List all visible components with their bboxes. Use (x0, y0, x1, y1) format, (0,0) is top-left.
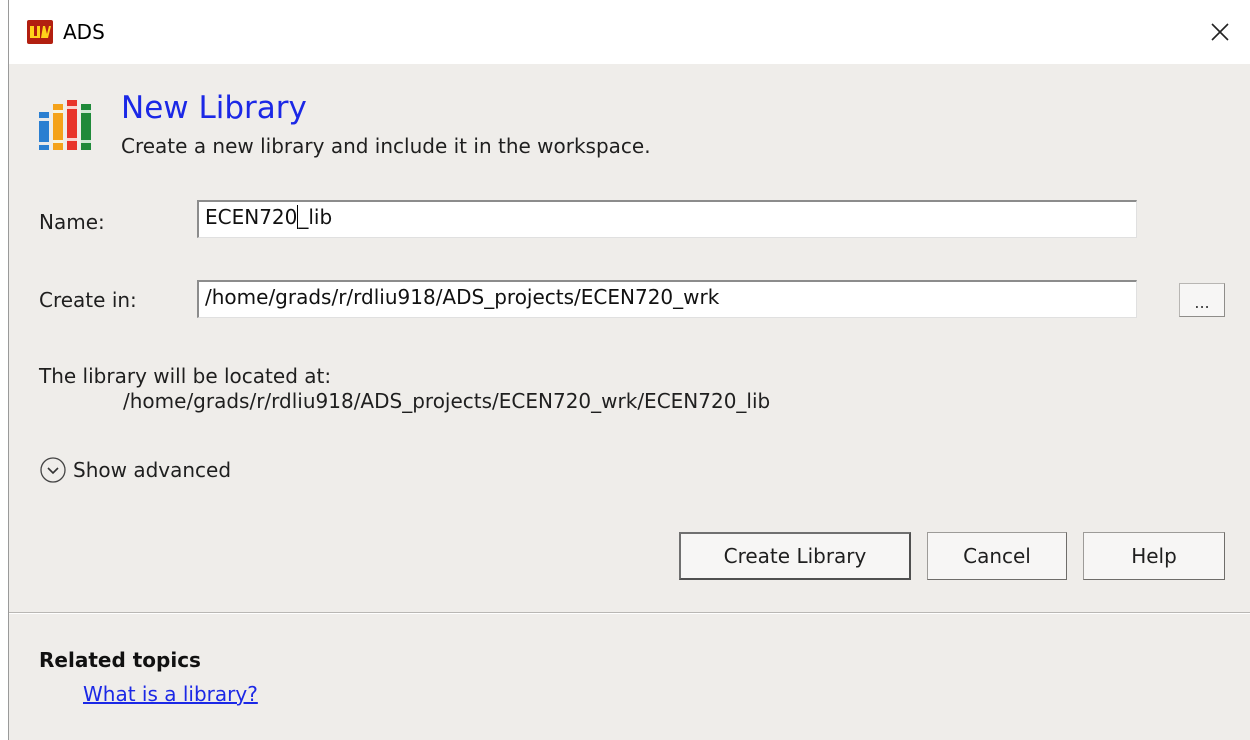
library-books-icon (39, 100, 91, 150)
create-in-input-text: /home/grads/r/rdliu918/ADS_projects/ECEN… (205, 285, 720, 309)
section-divider (9, 612, 1250, 614)
name-input-text-rest: _lib (298, 205, 333, 229)
location-label: The library will be located at: (39, 364, 332, 388)
name-input[interactable]: ECEN720_lib (197, 200, 1137, 238)
close-button[interactable] (1202, 14, 1238, 50)
name-input-text: ECEN720 (205, 205, 298, 229)
close-icon[interactable] (1209, 21, 1231, 43)
dialog-heading: New Library (121, 90, 307, 126)
dialog-description: Create a new library and include it in t… (121, 134, 651, 158)
help-button[interactable]: Help (1083, 532, 1225, 580)
what-is-library-link[interactable]: What is a library? (83, 682, 258, 706)
cancel-button[interactable]: Cancel (927, 532, 1067, 580)
ads-logo-icon (27, 20, 53, 44)
related-topics-heading: Related topics (39, 648, 201, 672)
create-in-input[interactable]: /home/grads/r/rdliu918/ADS_projects/ECEN… (197, 280, 1137, 318)
create-library-button[interactable]: Create Library (679, 532, 911, 580)
show-advanced-toggle[interactable]: Show advanced (39, 456, 231, 484)
window-title: ADS (63, 20, 105, 44)
library-location-path: /home/grads/r/rdliu918/ADS_projects/ECEN… (123, 389, 771, 413)
name-label: Name: (39, 210, 105, 234)
create-in-label: Create in: (39, 288, 137, 312)
title-bar: ADS (9, 0, 1250, 64)
chevron-down-circle-icon[interactable] (39, 456, 67, 484)
dialog-window: ADS New Library Create a new library and… (8, 0, 1250, 740)
browse-button[interactable]: ... (1179, 283, 1225, 317)
show-advanced-label[interactable]: Show advanced (73, 458, 231, 482)
